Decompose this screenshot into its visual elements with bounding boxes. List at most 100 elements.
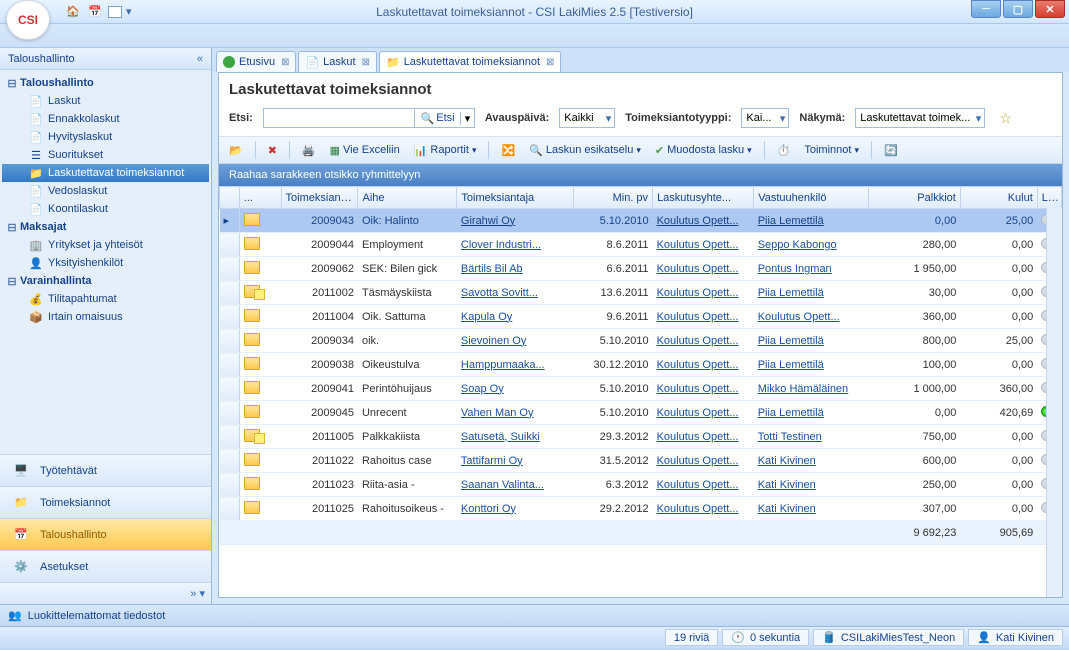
refresh-data-button[interactable]: 🔀 <box>497 140 519 160</box>
pk-col[interactable]: Palkkiot <box>868 187 960 209</box>
table-row[interactable]: 2011002TäsmäyskiistaSavotta Sovitt...13.… <box>220 281 1062 305</box>
row-header-col[interactable] <box>220 187 240 209</box>
ly-col[interactable]: Laskutusyhte... <box>653 187 754 209</box>
ku-col[interactable]: Kulut <box>960 187 1037 209</box>
contact-link[interactable]: Koulutus Opett... <box>657 239 739 251</box>
close-button[interactable]: ✕ <box>1035 0 1065 18</box>
owner-link[interactable]: Kati Kivinen <box>758 479 816 491</box>
table-row[interactable]: 2009045UnrecentVahen Man Oy5.10.2010Koul… <box>220 401 1062 425</box>
owner-link[interactable]: Piia Lemettilä <box>758 359 824 371</box>
footer-bar[interactable]: 👥 Luokittelemattomat tiedostot <box>0 604 1069 626</box>
print-button[interactable]: 🖨️ <box>298 140 320 160</box>
aihe-col[interactable]: Aihe <box>358 187 457 209</box>
ta-col[interactable]: Toimeksiantaja <box>457 187 574 209</box>
tab-etusivu[interactable]: Etusivu⊠ <box>216 51 296 72</box>
contact-link[interactable]: Koulutus Opett... <box>657 335 739 347</box>
search-button[interactable]: 🔍Etsi <box>414 109 460 127</box>
owner-link[interactable]: Seppo Kabongo <box>758 239 837 251</box>
tree-group-taloushallinto[interactable]: ⊟Taloushallinto <box>2 74 209 92</box>
client-link[interactable]: Clover Industri... <box>461 239 541 251</box>
table-row[interactable]: 2011023Riita-asia -Saanan Valinta...6.3.… <box>220 473 1062 497</box>
refresh-button[interactable]: 🔄 <box>880 140 902 160</box>
client-link[interactable]: Vahen Man Oy <box>461 407 534 419</box>
table-row[interactable]: ▸2009043Oik: HalintoGirahwi Oy5.10.2010K… <box>220 209 1062 233</box>
tree-item-koontilaskut[interactable]: 📄Koontilaskut <box>2 200 209 218</box>
client-link[interactable]: Konttori Oy <box>461 503 516 515</box>
tree-item-laskut[interactable]: 📄Laskut <box>2 92 209 110</box>
tree-item-ennakkolaskut[interactable]: 📄Ennakkolaskut <box>2 110 209 128</box>
tab-laskut[interactable]: 📄Laskut⊠ <box>298 51 377 72</box>
contact-link[interactable]: Koulutus Opett... <box>657 359 739 371</box>
tree-item-tilitapahtumat[interactable]: 💰Tilitapahtumat <box>2 290 209 308</box>
contact-link[interactable]: Koulutus Opett... <box>657 287 739 299</box>
contact-link[interactable]: Koulutus Opett... <box>657 383 739 395</box>
tyyppi-select[interactable]: Kai... <box>741 108 789 128</box>
icon-col[interactable]: ... <box>239 187 281 209</box>
contact-link[interactable]: Koulutus Opett... <box>657 215 739 227</box>
client-link[interactable]: Bärtils Bil Ab <box>461 263 523 275</box>
search-dropdown[interactable]: ▾ <box>460 112 474 125</box>
l-col[interactable]: L... <box>1037 187 1061 209</box>
vh-col[interactable]: Vastuuhenkilö <box>754 187 868 209</box>
section-toimeksiannot[interactable]: 📁Toimeksiannot <box>0 486 211 518</box>
tree-item-irtain[interactable]: 📦Irtain omaisuus <box>2 308 209 326</box>
owner-link[interactable]: Pontus Ingman <box>758 263 832 275</box>
client-link[interactable]: Sievoinen Oy <box>461 335 526 347</box>
section-taloushallinto[interactable]: 📅Taloushallinto <box>0 518 211 550</box>
owner-link[interactable]: Piia Lemettilä <box>758 335 824 347</box>
vertical-scrollbar[interactable] <box>1046 208 1062 597</box>
tree-item-hyvityslaskut[interactable]: 📄Hyvityslaskut <box>2 128 209 146</box>
maximize-button[interactable]: ▢ <box>1003 0 1033 18</box>
client-link[interactable]: Soap Oy <box>461 383 504 395</box>
client-link[interactable]: Kapula Oy <box>461 311 512 323</box>
search-input[interactable] <box>264 112 414 124</box>
tree-item-vedoslaskut[interactable]: 📄Vedoslaskut <box>2 182 209 200</box>
close-icon[interactable]: ⊠ <box>281 57 289 68</box>
chevron-down-icon[interactable]: ▾ <box>199 587 205 600</box>
client-link[interactable]: Tattifarmi Oy <box>461 455 523 467</box>
contact-link[interactable]: Koulutus Opett... <box>657 407 739 419</box>
tree-item-yritykset[interactable]: 🏢Yritykset ja yhteisöt <box>2 236 209 254</box>
tree-item-laskutettavat[interactable]: 📁Laskutettavat toimeksiannot <box>2 164 209 182</box>
owner-link[interactable]: Piia Lemettilä <box>758 215 824 227</box>
open-button[interactable]: 📂 <box>225 140 247 160</box>
table-row[interactable]: 2011004Oik. SattumaKapula Oy9.6.2011Koul… <box>220 305 1062 329</box>
create-invoice-button[interactable]: ✔Muodosta lasku <box>651 140 756 160</box>
table-row[interactable]: 2011005PalkkakiistaSatusetä, Suikki29.3.… <box>220 425 1062 449</box>
table-row[interactable]: 2009044EmploymentClover Industri...8.6.2… <box>220 233 1062 257</box>
star-icon[interactable]: ☆ <box>999 110 1012 127</box>
contact-link[interactable]: Koulutus Opett... <box>657 503 739 515</box>
delete-button[interactable]: ✖ <box>264 140 281 160</box>
minimize-button[interactable]: ─ <box>971 0 1001 18</box>
close-icon[interactable]: ⊠ <box>362 57 370 68</box>
table-row[interactable]: 2011022Rahoitus caseTattifarmi Oy31.5.20… <box>220 449 1062 473</box>
owner-link[interactable]: Totti Testinen <box>758 431 822 443</box>
table-row[interactable]: 2009041PerintöhuijausSoap Oy5.10.2010Kou… <box>220 377 1062 401</box>
owner-link[interactable]: Piia Lemettilä <box>758 407 824 419</box>
group-panel[interactable]: Raahaa sarakkeen otsikko ryhmittelyyn <box>219 164 1062 186</box>
contact-link[interactable]: Koulutus Opett... <box>657 263 739 275</box>
owner-link[interactable]: Piia Lemettilä <box>758 287 824 299</box>
close-icon[interactable]: ⊠ <box>546 57 554 68</box>
contact-link[interactable]: Koulutus Opett... <box>657 479 739 491</box>
table-row[interactable]: 2009034oik.Sievoinen Oy5.10.2010Koulutus… <box>220 329 1062 353</box>
contact-link[interactable]: Koulutus Opett... <box>657 311 739 323</box>
owner-link[interactable]: Mikko Hämäläinen <box>758 383 848 395</box>
sidebar-header[interactable]: Taloushallinto « <box>0 48 211 70</box>
owner-link[interactable]: Koulutus Opett... <box>758 311 840 323</box>
raportit-button[interactable]: 📊Raportit <box>410 140 481 160</box>
client-link[interactable]: Savotta Sovitt... <box>461 287 538 299</box>
tab-laskutettavat[interactable]: 📁Laskutettavat toimeksiannot⊠ <box>379 51 561 72</box>
tree-group-varainhallinta[interactable]: ⊟Varainhallinta <box>2 272 209 290</box>
collapse-icon[interactable]: « <box>197 53 203 65</box>
nakyma-select[interactable]: Laskutettavat toimek... <box>855 108 985 128</box>
owner-link[interactable]: Kati Kivinen <box>758 503 816 515</box>
contact-link[interactable]: Koulutus Opett... <box>657 431 739 443</box>
timer-button[interactable]: ⏱️ <box>773 140 795 160</box>
section-asetukset[interactable]: ⚙️Asetukset <box>0 550 211 582</box>
table-row[interactable]: 2011025Rahoitusoikeus -Konttori Oy29.2.2… <box>220 497 1062 521</box>
table-row[interactable]: 2009038OikeustulvaHamppumaaka...30.12.20… <box>220 353 1062 377</box>
tree-item-yksityis[interactable]: 👤Yksityishenkilöt <box>2 254 209 272</box>
section-tyotehtavat[interactable]: 🖥️Työtehtävät <box>0 454 211 486</box>
tree-item-suoritukset[interactable]: ☰Suoritukset <box>2 146 209 164</box>
